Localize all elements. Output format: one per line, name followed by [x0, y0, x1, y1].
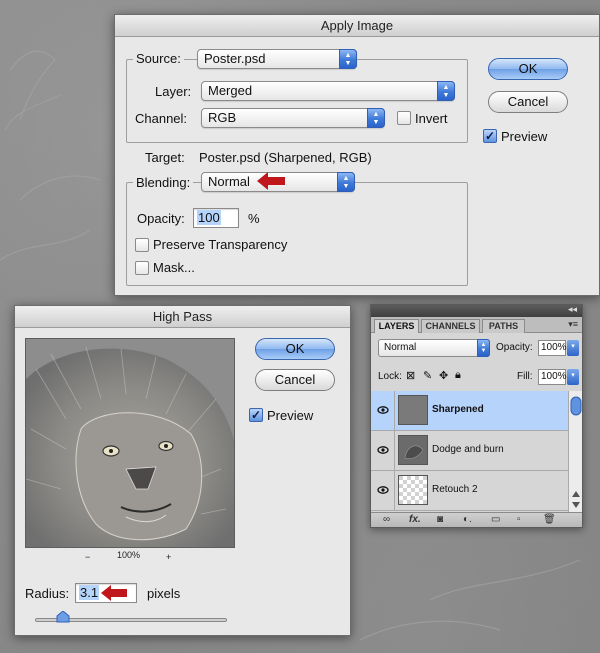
blending-label: Blending:: [133, 175, 194, 190]
lock-brush-icon[interactable]: ✎: [423, 369, 432, 382]
preserve-transparency-label: Preserve Transparency: [153, 237, 288, 252]
mask-checkbox[interactable]: [135, 261, 149, 275]
dialog-title: High Pass: [15, 306, 350, 328]
adjustment-icon[interactable]: ◐.: [463, 514, 472, 525]
opacity-label: Opacity:: [137, 211, 185, 226]
layer-name: Dodge and burn: [432, 444, 504, 455]
zoom-level: 100%: [117, 550, 141, 560]
radius-value: 3.1: [79, 585, 100, 600]
zoom-in-button[interactable]: +: [166, 552, 171, 562]
invert-label: Invert: [415, 111, 448, 126]
mask-label: Mask...: [153, 260, 195, 275]
fx-icon[interactable]: fx.: [409, 514, 421, 525]
eye-icon[interactable]: [371, 471, 395, 510]
ok-button[interactable]: OK: [255, 338, 335, 360]
cancel-button[interactable]: Cancel: [255, 369, 335, 391]
preview-checkbox[interactable]: ✓: [483, 129, 497, 143]
opacity-value: 100: [197, 210, 221, 225]
layer-value: Merged: [208, 83, 253, 98]
fill-stepper-icon[interactable]: ▾: [567, 369, 579, 385]
layer-thumbnail: [398, 395, 428, 425]
layer-row-dodge-and-burn[interactable]: Dodge and burn: [371, 431, 568, 471]
select-arrows-icon: ▲ ▼: [367, 108, 385, 128]
channel-value: RGB: [208, 110, 237, 125]
layer-thumbnail: [398, 435, 428, 465]
radius-unit: pixels: [147, 586, 181, 601]
fill-input[interactable]: 100% ▾: [538, 369, 579, 385]
select-arrows-icon: ▲ ▼: [339, 49, 357, 69]
trash-icon[interactable]: 🗑︎: [543, 514, 556, 525]
eye-icon[interactable]: [371, 391, 395, 430]
lock-move-icon[interactable]: ✥: [439, 369, 448, 382]
ok-button[interactable]: OK: [488, 58, 568, 80]
channel-label: Channel:: [135, 111, 188, 126]
source-select[interactable]: Poster.psd ▲ ▼: [197, 49, 357, 69]
opacity-stepper-icon[interactable]: ▾: [567, 340, 579, 356]
dialog-title: Apply Image: [115, 15, 599, 37]
layer-opacity-value: 100%: [541, 342, 567, 353]
fill-value: 100%: [541, 371, 567, 382]
group-icon[interactable]: ▭: [491, 514, 500, 525]
layer-name: Sharpened: [432, 404, 484, 415]
filter-preview-image[interactable]: [25, 338, 235, 548]
layer-row-retouch-2[interactable]: Retouch 2: [371, 471, 568, 511]
layer-name: Retouch 2: [432, 484, 478, 495]
select-arrows-icon: ▲ ▼: [477, 339, 490, 357]
preview-checkbox[interactable]: ✓: [249, 408, 263, 422]
preserve-transparency-checkbox[interactable]: [135, 238, 149, 252]
layer-label: Layer:: [155, 84, 192, 99]
blend-mode-select[interactable]: Normal ▲ ▼: [378, 339, 490, 357]
radius-slider-thumb[interactable]: [56, 611, 70, 623]
opacity-label: Opacity:: [496, 342, 533, 353]
preview-label: Preview: [267, 408, 314, 423]
tab-paths[interactable]: PATHS: [482, 319, 525, 333]
mask-icon[interactable]: ◙: [437, 514, 443, 525]
zoom-out-button[interactable]: −: [85, 552, 90, 562]
invert-checkbox[interactable]: [397, 111, 411, 125]
lock-transparent-icon[interactable]: ⊠: [406, 369, 415, 382]
channel-select[interactable]: RGB ▲ ▼: [201, 108, 385, 128]
lion-preview-image: [26, 339, 234, 547]
apply-image-dialog: Apply Image Source: Poster.psd ▲ ▼ Layer:…: [114, 14, 600, 296]
layers-scrollbar[interactable]: [568, 391, 582, 515]
opacity-unit: %: [248, 211, 260, 226]
new-layer-icon[interactable]: ▫: [517, 514, 521, 525]
blend-mode-value: Normal: [384, 342, 417, 353]
layers-bottom-toolbar: ∞ fx. ◙ ◐. ▭ ▫ 🗑︎: [371, 512, 582, 527]
cancel-button[interactable]: Cancel: [488, 91, 568, 113]
layer-select[interactable]: Merged ▲ ▼: [201, 81, 455, 101]
target-value: Poster.psd (Sharpened, RGB): [199, 150, 372, 165]
lock-label: Lock:: [378, 371, 402, 382]
panel-tabs: LAYERS CHANNELS PATHS ▾≡: [371, 317, 582, 333]
source-group: [126, 59, 468, 143]
red-annotation-arrow-icon: [101, 585, 127, 601]
select-arrows-icon: ▲ ▼: [437, 81, 455, 101]
blending-value: Normal: [208, 174, 250, 189]
radius-label: Radius:: [25, 586, 70, 601]
source-label: Source:: [133, 51, 184, 66]
panel-header: ◂◂: [371, 304, 582, 317]
layer-opacity-input[interactable]: 100% ▾: [538, 340, 579, 356]
collapse-icon[interactable]: ◂◂: [568, 304, 577, 315]
eye-icon[interactable]: [371, 431, 395, 470]
tab-layers[interactable]: LAYERS: [374, 319, 419, 333]
link-icon[interactable]: ∞: [383, 514, 390, 525]
red-annotation-arrow-icon: [257, 172, 285, 190]
select-arrows-icon: ▲ ▼: [337, 172, 355, 192]
panel-menu-icon[interactable]: ▾≡: [568, 319, 578, 330]
target-label: Target:: [145, 150, 185, 165]
layers-panel: ◂◂ LAYERS CHANNELS PATHS ▾≡ Normal ▲ ▼ Op…: [370, 304, 583, 528]
lock-all-icon[interactable]: 🔒︎: [455, 369, 461, 382]
opacity-input[interactable]: 100: [193, 208, 239, 228]
preview-label: Preview: [501, 129, 548, 144]
fill-label: Fill:: [517, 371, 533, 382]
tab-channels[interactable]: CHANNELS: [421, 319, 480, 333]
layer-row-sharpened[interactable]: Sharpened: [371, 391, 568, 431]
high-pass-dialog: High Pass − 100% + OK Cancel ✓ Preview R…: [14, 305, 351, 636]
layer-thumbnail: [398, 475, 428, 505]
source-value: Poster.psd: [204, 51, 266, 66]
